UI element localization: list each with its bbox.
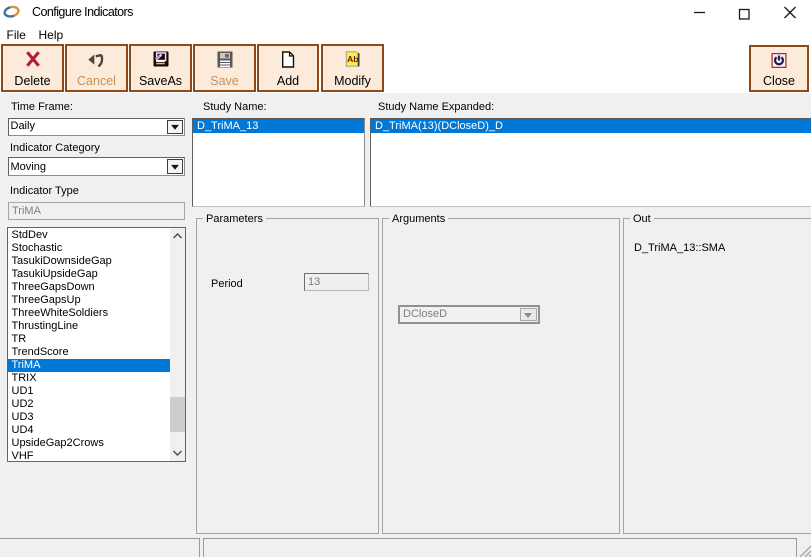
svg-text:Ab: Ab: [347, 54, 358, 64]
